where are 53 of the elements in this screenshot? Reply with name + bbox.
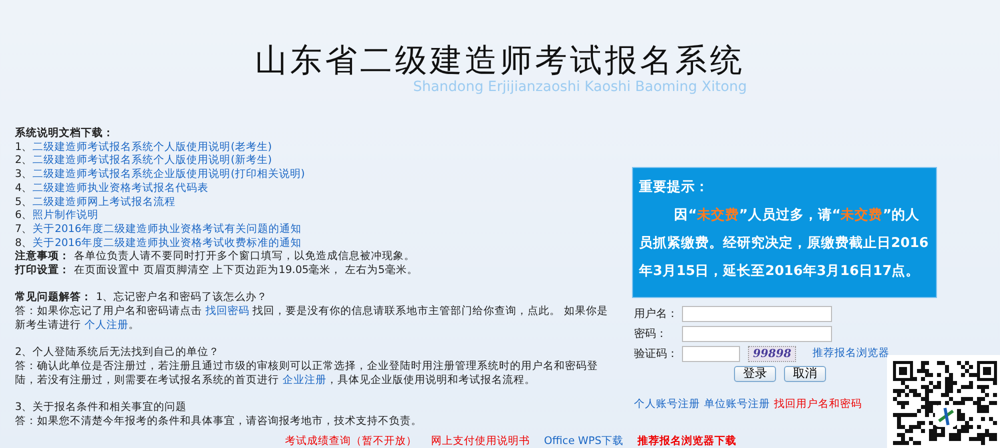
- document-link[interactable]: 二级建造师执业资格考试报名代码表: [32, 182, 209, 196]
- register-link[interactable]: 个人账号注册: [634, 398, 700, 412]
- register-link[interactable]: 单位账号注册: [704, 398, 770, 412]
- document-link[interactable]: 二级建造师考试报名系统个人版使用说明(新考生): [32, 154, 272, 168]
- captcha-image: 99898: [748, 346, 796, 362]
- faq-answer: 答：如果您不清楚今年报考的条件和具体事宜，请咨询报考地市，技术支持不负责。: [15, 414, 423, 428]
- document-link[interactable]: 二级建造师网上考试报名流程: [32, 196, 176, 210]
- footer-link[interactable]: 推荐报名浏览器下载: [637, 434, 736, 448]
- note-text: 在页面设置中 页眉页脚清空 上下页边距为19.05毫米， 左右为5毫米。: [74, 264, 418, 278]
- recovery-link[interactable]: 找回用户名和密码: [774, 398, 862, 412]
- faq-answer: 答：确认此单位是否注册过，若注册且通过市级的审核则可以正常选择，企业登陆时用注册管理系统时的用户名和密码登陆，若没有注册过，则需要在考试报名系统的首页进行 企业注册，具体见企业版使用说明和考试报名流程。: [15, 360, 599, 388]
- item-number: 7、: [15, 222, 33, 237]
- notice-title: 重要提示：: [639, 178, 710, 197]
- site-title: 山东省二级建造师考试报名系统: [255, 42, 745, 78]
- item-number: 5、: [15, 196, 33, 210]
- item-number: 3、: [15, 168, 33, 182]
- item-number: 4、: [15, 182, 33, 196]
- answer-link[interactable]: 找回密码: [205, 305, 250, 318]
- notice-text: 因“未交费”人员过多，请“未交费”的人员抓紧缴费。经研究决定，原缴费截止日2016年3月15日，延长至2016年3月16日17点。: [639, 206, 930, 281]
- username-field[interactable]: [682, 306, 832, 322]
- answer-link[interactable]: 企业注册: [282, 374, 326, 386]
- document-link[interactable]: 关于2016年度二级建造师执业资格考试有关问题的通知: [32, 222, 302, 237]
- document-link[interactable]: 照片制作说明: [32, 209, 99, 223]
- item-number: 1、: [15, 140, 33, 154]
- qr-code-icon: [887, 355, 1000, 448]
- field-label: 密码：: [634, 327, 668, 341]
- document-link[interactable]: 关于2016年度二级建造师执业资格考试收费标准的通知: [32, 236, 302, 250]
- browser-link[interactable]: 推荐报名浏览器: [812, 347, 890, 361]
- faq-answer: 答：如果你忘记了用户名和密码请点击 找回密码 找回，要是没有你的信息请联系地市主管部门给你查询，点此。 如果你是新考生请进行 个人注册。: [15, 305, 610, 333]
- field-label: 用户名：: [634, 307, 679, 321]
- site-subtitle: Shandong Erjijianzaoshi Kaoshi Baoming Xitong: [413, 78, 747, 96]
- note-label: 打印设置：: [15, 264, 70, 278]
- footer-link[interactable]: 网上支付使用说明书: [431, 434, 530, 448]
- document-link[interactable]: 二级建造师考试报名系统企业版使用说明(打印相关说明): [32, 168, 305, 182]
- item-number: 2、: [15, 154, 33, 168]
- cancel-button[interactable]: 取消: [784, 366, 826, 382]
- note-label: 注意事项：: [15, 250, 70, 264]
- faq-question: 2、个人登陆系统后无法找到自己的单位？: [15, 346, 220, 360]
- footer-link[interactable]: Office WPS下载: [544, 434, 624, 448]
- item-number: 8、: [15, 236, 33, 250]
- field-label: 验证码：: [634, 347, 679, 361]
- answer-link[interactable]: 个人注册: [84, 318, 128, 331]
- document-link[interactable]: 二级建造师考试报名系统个人版使用说明(老考生): [32, 140, 272, 154]
- faq-question: 1、忘记密户名和密码了该怎么办？: [96, 291, 268, 305]
- captcha-field[interactable]: [682, 346, 740, 362]
- faq-heading: 常见问题解答：: [15, 291, 92, 305]
- footer-link[interactable]: 考试成绩查询（暂不开放）: [285, 434, 417, 448]
- faq-question: 3、关于报名条件和相关事宜的问题: [15, 401, 187, 415]
- password-field[interactable]: [682, 326, 832, 342]
- note-text: 各单位负责人请不要同时打开多个窗口填写，以免造成信息被冲现象。: [74, 250, 415, 264]
- section-heading: 系统说明文档下载：: [15, 127, 115, 141]
- item-number: 6、: [15, 209, 33, 223]
- login-button[interactable]: 登录: [734, 366, 776, 382]
